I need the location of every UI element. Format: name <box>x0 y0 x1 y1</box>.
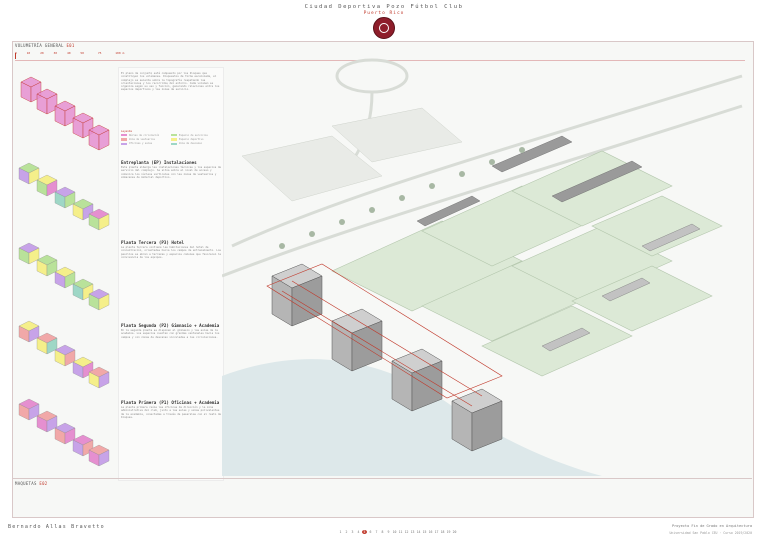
scale-tick-label: 75 <box>97 51 102 55</box>
page-link[interactable]: 8 <box>380 530 385 534</box>
page-link[interactable]: 3 <box>350 530 355 534</box>
scale-tick-label: 30 <box>53 51 58 55</box>
page-link[interactable]: 19 <box>446 530 451 534</box>
intro-text: El plano de conjunto está compuesto por … <box>121 72 220 92</box>
block-title: Planta Primera (P1) Oficinas + Academia <box>121 400 220 405</box>
legend-text: Zona de descanso <box>179 142 203 146</box>
legend-text: Oficinas y salas <box>129 142 153 146</box>
block-planta-tercera: Planta Tercera (P3) Hotel La planta terc… <box>121 240 221 259</box>
legend-swatch <box>121 138 127 141</box>
legend-swatch <box>121 142 127 145</box>
scale-numbers: 0 10 20 30 40 50 75 100 m <box>15 51 124 55</box>
page-link[interactable]: 9 <box>386 530 391 534</box>
legend-list: Núcleo de circulación Espacio de servici… <box>121 133 221 146</box>
section-label-bottom: MAQUETAS E02 <box>15 481 48 486</box>
club-logo <box>373 17 395 39</box>
legend-text: Núcleo de circulación <box>129 133 160 137</box>
iso-diagram-planta-tercera <box>15 236 115 316</box>
page-link[interactable]: 20 <box>452 530 457 534</box>
scale-tick-label: 10 <box>26 51 31 55</box>
page-link[interactable]: 4 <box>356 530 361 534</box>
iso-diagram-entreplanta <box>15 156 115 236</box>
page-link-active[interactable]: 5 <box>362 530 367 534</box>
bottom-section <box>12 478 752 517</box>
legend-text: Espacio de servicios <box>179 133 208 137</box>
iso-diagram-general <box>15 68 115 158</box>
page-link[interactable]: 16 <box>428 530 433 534</box>
block-text: En la segunda planta se disponen el gimn… <box>121 329 220 339</box>
legend-swatch <box>171 134 177 137</box>
page-link[interactable]: 7 <box>374 530 379 534</box>
legend-text: Espacio deportivo <box>179 138 204 142</box>
legend-swatch <box>171 142 177 145</box>
author-name: Bernardo Allas Bravetto <box>8 524 105 530</box>
iso-diagram-planta-primera <box>15 392 115 472</box>
scale-tick-label: 0 <box>15 51 17 55</box>
page-link[interactable]: 10 <box>392 530 397 534</box>
legend-block: Leyenda Núcleo de circulación Espacio de… <box>121 130 221 146</box>
legend-item: Oficinas y salas <box>121 142 171 146</box>
block-title: Entreplanta (EP) Instalaciones <box>121 160 197 165</box>
page-subtitle: Puerto Rico <box>363 11 405 16</box>
page-link[interactable]: 2 <box>344 530 349 534</box>
scale-tick-label: 40 <box>66 51 71 55</box>
description-panel: El plano de conjunto está compuesto por … <box>118 67 224 481</box>
block-title: Planta Tercera (P3) Hotel <box>121 240 185 245</box>
section-tag: E01 <box>66 43 75 48</box>
university-label: Universidad San Pablo CEU · Curso 2019/2… <box>669 531 752 535</box>
section-title: VOLUMETRÍA GENERAL <box>15 43 64 48</box>
block-entreplanta: Entreplanta (EP) Instalaciones Esta plan… <box>121 160 221 179</box>
iso-diagram-planta-segunda <box>15 314 115 394</box>
scale-tick-label: 50 <box>80 51 84 55</box>
block-planta-primera: Planta Primera (P1) Oficinas + Academia … <box>121 400 221 419</box>
section-label-top: VOLUMETRÍA GENERAL E01 <box>15 43 75 48</box>
page-link[interactable]: 17 <box>434 530 439 534</box>
page-navigation[interactable]: 1 2 3 4 5 6 7 8 9 10 11 12 13 14 15 16 1… <box>338 530 457 534</box>
scale-tick-label: 100 m <box>115 51 125 55</box>
page-link[interactable]: 1 <box>338 530 343 534</box>
block-text: La planta primera reúne las oficinas de … <box>121 406 221 419</box>
intro-block: El plano de conjunto está compuesto por … <box>121 72 221 92</box>
page-link[interactable]: 18 <box>440 530 445 534</box>
section-tag: E02 <box>39 481 48 486</box>
project-title: Proyecto Fin de Grado en Arquitectura <box>671 524 752 528</box>
section-title: MAQUETAS <box>15 481 37 486</box>
page-link[interactable]: 13 <box>410 530 415 534</box>
block-title: Planta Segunda (P2) Gimnasio + Academia <box>121 323 220 328</box>
page-link[interactable]: 15 <box>422 530 427 534</box>
legend-item: Zona de descanso <box>171 142 221 146</box>
page-link[interactable]: 14 <box>416 530 421 534</box>
block-text: La planta tercera contiene las habitacio… <box>121 246 221 259</box>
block-text: Esta planta alberga las instalaciones té… <box>121 166 221 179</box>
page-link[interactable]: 12 <box>404 530 409 534</box>
block-planta-segunda: Planta Segunda (P2) Gimnasio + Academia … <box>121 323 221 339</box>
page-title: Ciudad Deportiva Pozo Fútbol Club <box>304 4 464 10</box>
scale-tick-label: 20 <box>40 51 44 55</box>
page-link[interactable]: 11 <box>398 530 403 534</box>
page-link[interactable]: 6 <box>368 530 373 534</box>
legend-swatch <box>121 134 127 137</box>
site-axonometric <box>221 46 752 476</box>
legend-text: Zona de vestuarios <box>129 138 155 142</box>
legend-swatch <box>171 138 177 141</box>
